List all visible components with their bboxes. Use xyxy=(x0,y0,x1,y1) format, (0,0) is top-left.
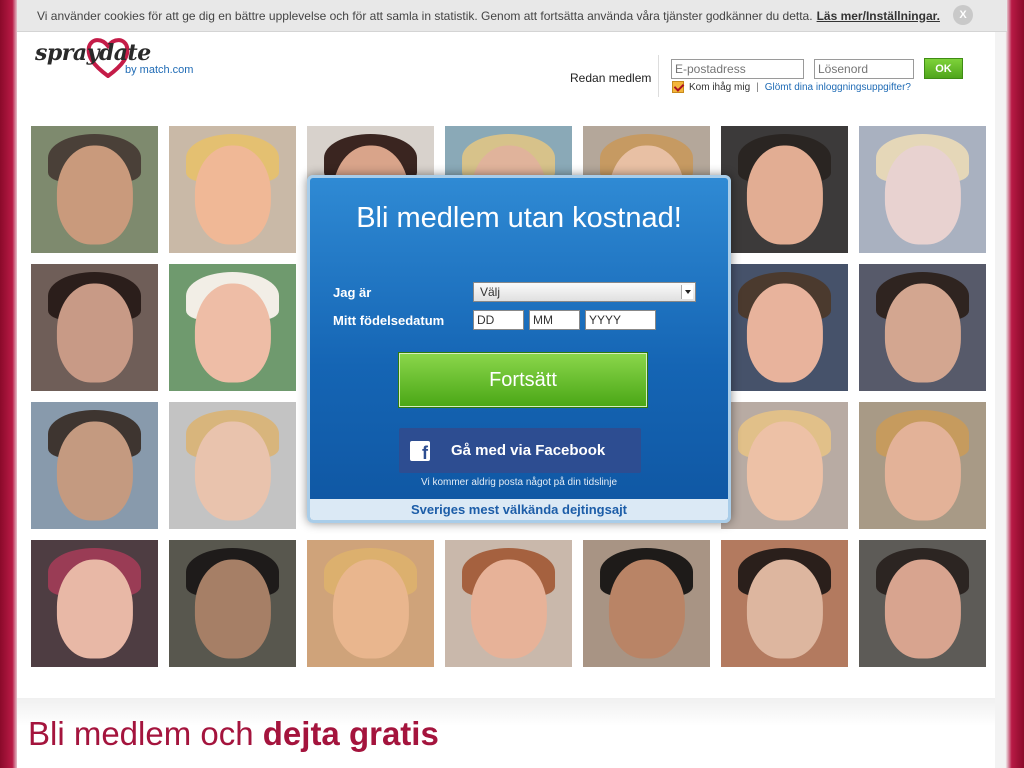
member-photo[interactable] xyxy=(721,540,848,667)
photo-face xyxy=(746,559,823,659)
photo-face xyxy=(56,283,133,383)
member-photo[interactable] xyxy=(307,540,434,667)
birth-day-field[interactable]: DD xyxy=(473,310,524,330)
forgot-credentials-link[interactable]: Glömt dina inloggningsuppgifter? xyxy=(765,82,911,93)
bottom-heading: Bli medlem och dejta gratis xyxy=(28,715,439,753)
birth-year-field[interactable]: YYYY xyxy=(585,310,656,330)
signup-dialog: Bli medlem utan kostnad! Jag är Välj Mit… xyxy=(307,175,731,523)
close-icon[interactable]: X xyxy=(953,5,973,25)
photo-face xyxy=(884,421,961,521)
birth-month-field[interactable]: MM xyxy=(529,310,580,330)
member-photo[interactable] xyxy=(31,126,158,253)
login-divider xyxy=(658,55,659,97)
logo[interactable]: spraydate by match.com xyxy=(35,38,193,78)
member-photo[interactable] xyxy=(721,126,848,253)
cookie-message: Vi använder cookies för att ge dig en bä… xyxy=(37,8,813,23)
login-button[interactable]: OK xyxy=(924,58,963,79)
photo-face xyxy=(608,559,685,659)
signup-footer: Sveriges mest välkända dejtingsajt xyxy=(310,499,728,520)
photo-face xyxy=(746,283,823,383)
member-photo[interactable] xyxy=(31,264,158,391)
cookie-settings-link[interactable]: Läs mer/Inställningar. xyxy=(817,9,940,23)
photo-face xyxy=(884,559,961,659)
member-photo[interactable] xyxy=(859,264,986,391)
photo-face xyxy=(56,421,133,521)
member-photo[interactable] xyxy=(169,402,296,529)
photo-face xyxy=(884,145,961,245)
member-photo[interactable] xyxy=(31,540,158,667)
password-field[interactable] xyxy=(814,59,914,79)
photo-face xyxy=(746,421,823,521)
member-photo[interactable] xyxy=(169,264,296,391)
facebook-join-label: Gå med via Facebook xyxy=(451,442,606,459)
member-photo[interactable] xyxy=(859,126,986,253)
signup-title: Bli medlem utan kostnad! xyxy=(356,202,682,234)
facebook-join-button[interactable]: f Gå med via Facebook xyxy=(399,428,641,473)
gender-select[interactable]: Välj xyxy=(473,282,696,302)
bottom-heading-normal: Bli medlem och xyxy=(28,715,254,752)
photo-face xyxy=(194,283,271,383)
gender-select-value: Välj xyxy=(480,285,501,299)
logo-name: spraydate xyxy=(35,40,151,66)
photo-face xyxy=(470,559,547,659)
photo-face xyxy=(56,559,133,659)
cookie-banner: Vi använder cookies för att ge dig en bä… xyxy=(17,0,1007,32)
logo-wordmark: spraydate xyxy=(35,38,193,78)
member-photo[interactable] xyxy=(721,402,848,529)
photo-face xyxy=(884,283,961,383)
member-photo[interactable] xyxy=(31,402,158,529)
remember-label: Kom ihåg mig xyxy=(689,81,751,93)
remember-row: Kom ihåg mig | Glömt dina inloggningsupp… xyxy=(672,81,911,93)
photo-face xyxy=(194,421,271,521)
member-photo[interactable] xyxy=(169,126,296,253)
remember-checkbox[interactable] xyxy=(672,81,684,93)
photo-face xyxy=(194,145,271,245)
photo-face xyxy=(332,559,409,659)
member-photo[interactable] xyxy=(583,540,710,667)
facebook-icon-letter: f xyxy=(422,442,428,463)
main-page: spraydate by match.com Redan medlem OK K… xyxy=(17,32,995,768)
facebook-icon: f xyxy=(410,440,430,463)
photo-face xyxy=(194,559,271,659)
member-photo[interactable] xyxy=(169,540,296,667)
member-login-label: Redan medlem xyxy=(570,71,652,85)
remember-separator: | xyxy=(756,81,759,93)
email-field[interactable] xyxy=(671,59,804,79)
photo-face xyxy=(56,145,133,245)
member-photo[interactable] xyxy=(721,264,848,391)
member-photo[interactable] xyxy=(445,540,572,667)
facebook-note: Vi kommer aldrig posta något på din tids… xyxy=(420,477,618,488)
chevron-down-icon xyxy=(681,285,693,299)
continue-button[interactable]: Fortsätt xyxy=(399,353,647,407)
bottom-heading-bold: dejta gratis xyxy=(262,715,439,752)
member-photo[interactable] xyxy=(859,402,986,529)
birthdate-label: Mitt födelsedatum xyxy=(333,313,445,328)
member-photo[interactable] xyxy=(859,540,986,667)
photo-face xyxy=(746,145,823,245)
gender-label: Jag är xyxy=(333,285,372,300)
